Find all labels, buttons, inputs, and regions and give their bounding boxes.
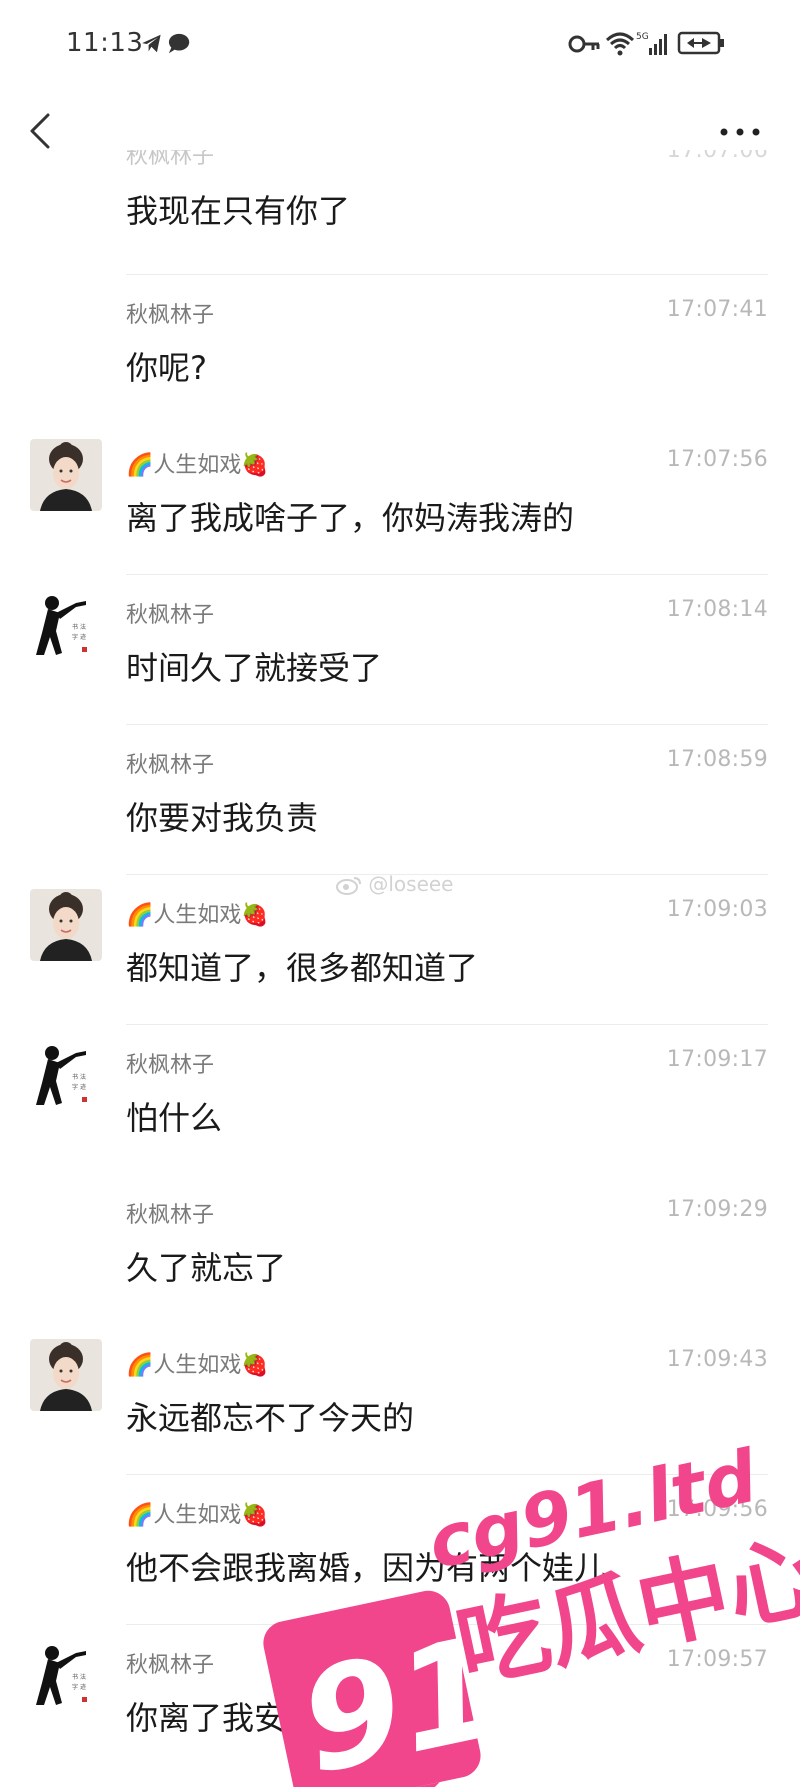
message-row[interactable]: 🌈人生如戏🍓 17:07:56 离了我成啥子了，你妈涛我涛的 <box>0 425 800 575</box>
avatar[interactable]: 书 法 字 迹 <box>30 1039 102 1111</box>
vpn-key-icon <box>568 35 600 53</box>
message-sender: 秋枫林子 <box>126 603 215 628</box>
weibo-handle: @loseee <box>368 872 454 896</box>
message-sender: 🌈人生如戏🍓 <box>126 1353 269 1378</box>
man-avatar-icon: 书 法 字 迹 <box>30 589 102 661</box>
man-avatar-icon: 书 法 字 迹 <box>30 1639 102 1711</box>
message-sender: 秋枫林子 <box>126 1053 215 1078</box>
svg-text:迹: 迹 <box>80 633 86 641</box>
message-row[interactable]: 书 法 字 迹 秋枫林子 17:08:14 时间久了就接受了 <box>0 575 800 725</box>
message-text: 怕什么 <box>126 1099 223 1137</box>
message-row[interactable]: 秋枫林子 17:09:29 久了就忘了 <box>0 1175 800 1325</box>
message-time: 17:09:29 <box>666 1197 768 1222</box>
avatar[interactable] <box>30 889 102 961</box>
man-avatar-icon: 书 法 字 迹 <box>30 1039 102 1111</box>
woman-avatar-icon <box>30 439 102 511</box>
avatar[interactable] <box>30 1339 102 1411</box>
woman-avatar-icon <box>30 889 102 961</box>
message-row[interactable]: 秋枫林子 17:07:06 我现在只有你了 <box>0 150 800 275</box>
message-text: 久了就忘了 <box>126 1249 287 1287</box>
chat-bubble-icon <box>168 33 190 54</box>
message-sender: 🌈人生如戏🍓 <box>126 453 269 478</box>
avatar[interactable] <box>30 439 102 511</box>
message-sender: 秋枫林子 <box>126 1203 215 1228</box>
svg-text:书: 书 <box>72 1673 78 1681</box>
svg-text:法: 法 <box>80 1673 86 1681</box>
message-sender: 秋枫林子 <box>126 150 215 169</box>
svg-text:5G: 5G <box>636 32 649 42</box>
wifi-icon <box>605 32 635 56</box>
weibo-watermark: @loseee <box>336 872 454 896</box>
message-row[interactable]: 书 法 字 迹 秋枫林子 17:09:17 怕什么 <box>0 1025 800 1175</box>
message-text: 我现在只有你了 <box>126 192 351 230</box>
chevron-left-icon <box>30 113 50 149</box>
message-time: 17:09:43 <box>666 1347 768 1372</box>
message-sender: 🌈人生如戏🍓 <box>126 1503 269 1528</box>
message-sender: 秋枫林子 <box>126 303 215 328</box>
message-sender: 秋枫林子 <box>126 753 215 778</box>
message-time: 17:09:03 <box>666 897 768 922</box>
svg-text:字: 字 <box>72 1083 78 1091</box>
message-row[interactable]: 秋枫林子 17:08:59 你要对我负责 <box>0 725 800 875</box>
message-row[interactable]: 🌈人生如戏🍓 17:09:03 都知道了，很多都知道了 <box>0 875 800 1025</box>
message-row[interactable]: 秋枫林子 17:07:41 你呢? <box>0 275 800 425</box>
svg-text:字: 字 <box>72 1683 78 1691</box>
svg-text:字: 字 <box>72 633 78 641</box>
weibo-icon <box>336 877 361 895</box>
message-time: 17:07:56 <box>666 447 768 472</box>
message-text: 都知道了，很多都知道了 <box>126 949 479 987</box>
site-watermark-logo: 91 cg91.ltd 吃瓜中心 <box>263 1433 800 1787</box>
message-text: 离了我成啥子了，你妈涛我涛的 <box>126 499 575 537</box>
status-system-icons: 5G <box>568 31 724 56</box>
avatar[interactable]: 书 法 字 迹 <box>30 1639 102 1711</box>
status-time: 11:13 <box>66 28 144 58</box>
svg-text:迹: 迹 <box>80 1083 86 1091</box>
message-time: 17:08:14 <box>666 597 768 622</box>
svg-text:迹: 迹 <box>80 1683 86 1691</box>
message-time: 17:07:41 <box>666 297 768 322</box>
message-text: 你要对我负责 <box>126 799 319 837</box>
more-dots-icon <box>720 128 760 136</box>
message-sender: 秋枫林子 <box>126 1653 215 1678</box>
svg-text:法: 法 <box>80 1073 86 1081</box>
svg-text:书: 书 <box>72 623 78 631</box>
status-notification-icons <box>142 33 190 54</box>
status-bar: 11:13 5G <box>0 0 800 95</box>
message-text: 时间久了就接受了 <box>126 649 383 687</box>
message-sender: 🌈人生如戏🍓 <box>126 903 269 928</box>
message-text: 你呢? <box>126 349 207 387</box>
woman-avatar-icon <box>30 1339 102 1411</box>
svg-text:法: 法 <box>80 623 86 631</box>
telegram-icon <box>142 34 161 53</box>
back-button[interactable] <box>22 109 62 153</box>
svg-text:书: 书 <box>72 1073 78 1081</box>
battery-icon <box>677 31 724 55</box>
signal-5g-icon: 5G <box>636 32 667 55</box>
message-time: 17:08:59 <box>666 747 768 772</box>
more-button[interactable] <box>710 117 770 147</box>
message-time: 17:07:06 <box>666 150 768 163</box>
message-time: 17:09:17 <box>666 1047 768 1072</box>
avatar[interactable]: 书 法 字 迹 <box>30 589 102 661</box>
